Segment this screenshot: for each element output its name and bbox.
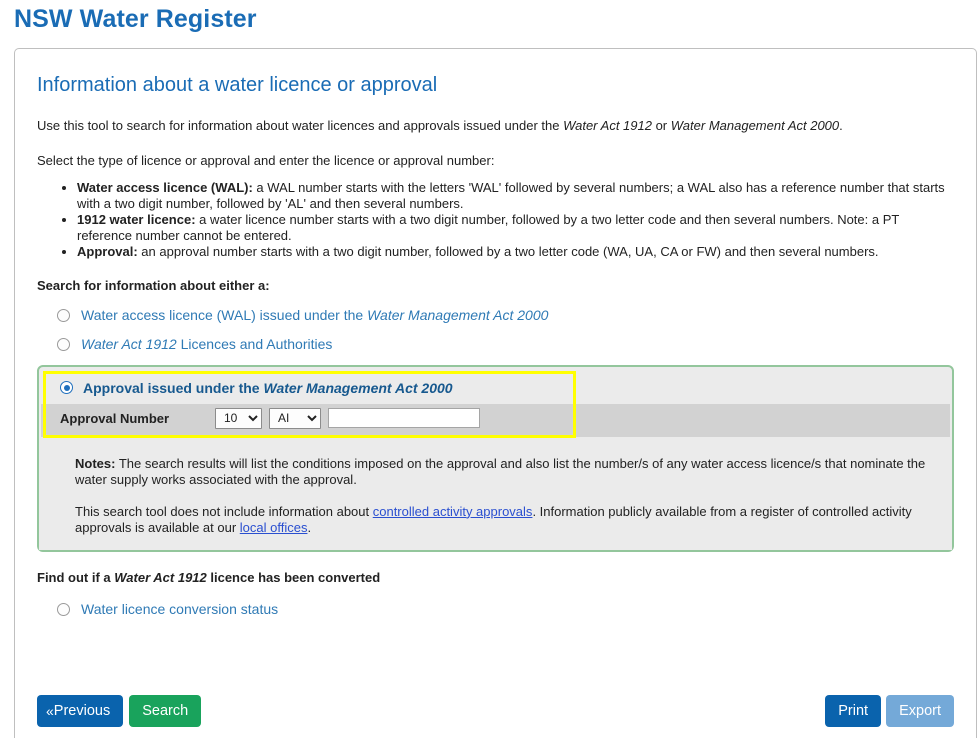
double-chevron-left-icon: « [46,703,54,719]
find-out-heading: Find out if a Water Act 1912 licence has… [37,570,954,585]
radio-icon-act1912[interactable] [57,337,70,351]
card-content: Information about a water licence or app… [15,49,976,618]
bullet-term: Approval: [77,244,138,259]
radio-label-approval-prefix: Approval issued under the [83,379,264,396]
notes-area: Notes: The search results will list the … [39,441,952,550]
approval-highlight-box: Approval issued under the Water Manageme… [43,370,576,438]
find-out-suffix: licence has been converted [206,569,381,585]
intro-1-prefix: Use this tool to search for information … [37,118,564,133]
list-item: Water access licence (WAL): a WAL number… [77,180,954,211]
radio-label-wal-act: Water Management Act 2000 [367,306,549,323]
radio-label-act1912: Water Act 1912 Licences and Authorities [81,336,332,353]
list-item: 1912 water licence: a water licence numb… [77,212,954,243]
notes-text-1: The search results will list the conditi… [75,455,926,487]
main-card: Information about a water licence or app… [14,48,977,738]
controlled-activity-approvals-link[interactable]: controlled activity approvals [373,504,533,519]
radio-icon-approval[interactable] [60,381,73,394]
notes-text-2-suffix: . [307,519,312,535]
bullet-term: Water access licence (WAL): [77,180,253,195]
intro-1-act-2000: Water Management Act 2000 [670,118,840,133]
approval-prefix-select[interactable]: 10 [215,407,262,429]
notes-paragraph-1: Notes: The search results will list the … [75,456,936,488]
list-item: Approval: an approval number starts with… [77,244,954,260]
radio-label-approval: Approval issued under the Water Manageme… [83,380,453,396]
intro-1-suffix: . [839,118,843,133]
radio-label-wal: Water access licence (WAL) issued under … [81,307,548,324]
approval-number-label: Approval Number [60,410,170,426]
search-heading: Search for information about either a: [37,277,270,293]
page-title: NSW Water Register [14,5,257,33]
previous-button-label: Previous [53,703,111,719]
approval-number-row: Approval Number 10 AI [46,402,573,435]
radio-icon-conversion-status[interactable] [57,602,70,616]
previous-button[interactable]: «Previous [37,695,124,727]
intro-paragraph-1: Use this tool to search for information … [37,117,954,134]
approval-code-select[interactable]: AI [269,407,321,429]
local-offices-link[interactable]: local offices [240,520,308,535]
radio-option-conversion-status[interactable]: Water licence conversion status [37,601,954,618]
print-button[interactable]: Print [825,695,882,727]
find-out-prefix: Find out if a [37,569,115,585]
radio-label-approval-act: Water Management Act 2000 [263,379,453,396]
footer-right-buttons: Print Export [825,695,954,727]
radio-label-wal-prefix: Water access licence (WAL) issued under … [81,306,368,323]
intro-1-act-1912: Water Act 1912 [563,118,652,133]
intro-1-mid: or [651,118,671,133]
approval-number-input[interactable] [328,408,480,428]
section-title: Information about a water licence or app… [37,74,438,96]
footer-left-buttons: «Previous Search [37,695,202,727]
export-button[interactable]: Export [886,695,954,727]
notes-label: Notes: [75,455,116,471]
bullet-term: 1912 water licence: [77,212,196,227]
search-button[interactable]: Search [129,695,202,727]
approval-panel: Approval issued under the Water Manageme… [37,364,954,552]
radio-label-act1912-suffix: Licences and Authorities [176,335,333,352]
bullet-text: a water licence number starts with a two… [77,212,900,243]
intro-paragraph-2: Select the type of licence or approval a… [37,153,495,168]
find-out-act: Water Act 1912 [114,569,207,585]
footer-bar: «Previous Search Print Export [37,686,954,736]
radio-icon-wal[interactable] [57,308,70,322]
radio-label-conversion-status: Water licence conversion status [81,600,279,617]
radio-option-approval[interactable]: Approval issued under the Water Manageme… [46,373,573,402]
radio-option-wal[interactable]: Water access licence (WAL) issued under … [37,307,954,324]
rules-list: Water access licence (WAL): a WAL number… [37,180,954,260]
radio-label-act1912-act: Water Act 1912 [81,335,177,352]
notes-text-2-prefix: This search tool does not include inform… [75,503,373,519]
radio-option-act1912[interactable]: Water Act 1912 Licences and Authorities [37,336,954,353]
notes-paragraph-2: This search tool does not include inform… [75,504,936,536]
bullet-text: an approval number starts with a two dig… [137,244,879,259]
